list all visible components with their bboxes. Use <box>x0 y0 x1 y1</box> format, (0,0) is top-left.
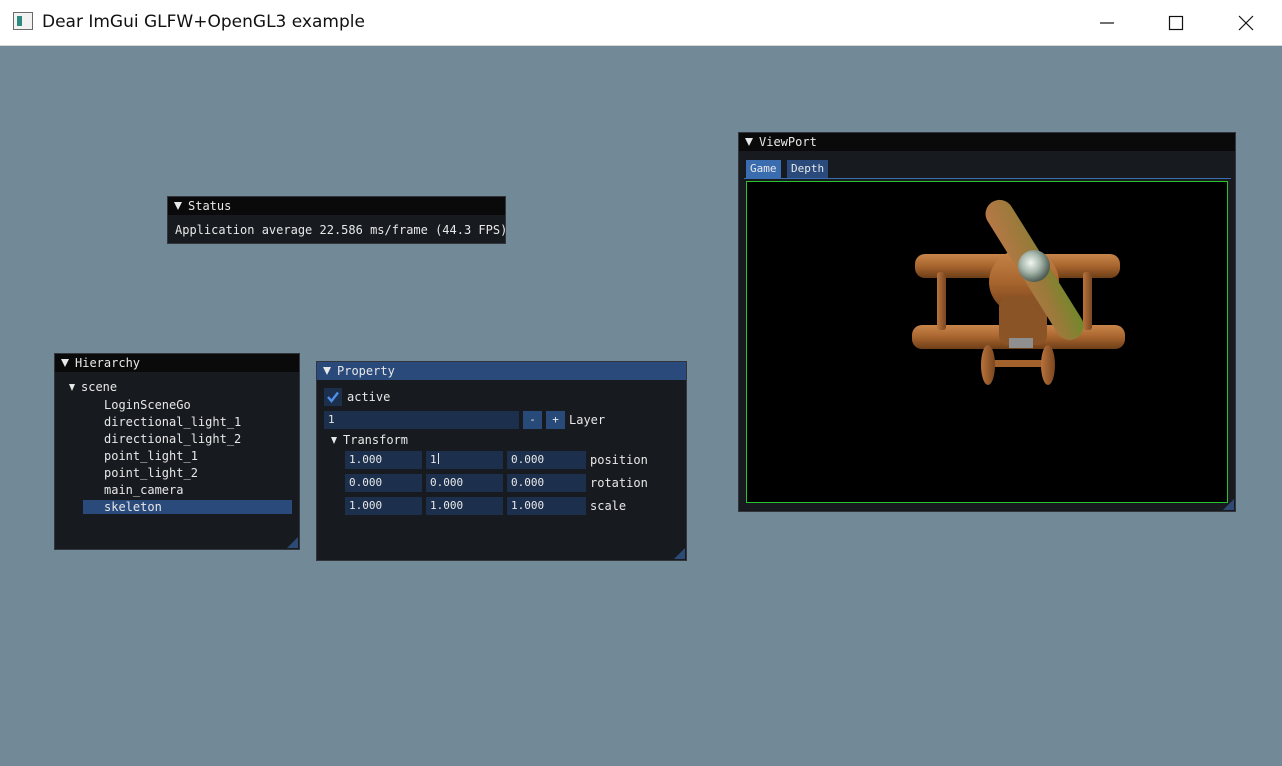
layer-decrement-button[interactable]: - <box>523 411 542 429</box>
hierarchy-item-label: point_light_1 <box>104 449 198 463</box>
scale-x-input[interactable]: 1.000 <box>345 497 422 515</box>
close-icon <box>1238 15 1254 30</box>
tab-depth[interactable]: Depth <box>787 160 829 178</box>
property-window-title: Property <box>337 364 395 378</box>
collapse-arrow-icon[interactable] <box>745 138 753 146</box>
close-button[interactable] <box>1211 0 1281 45</box>
biplane-model <box>912 199 1125 385</box>
maximize-button[interactable] <box>1141 0 1211 45</box>
hierarchy-window-titlebar[interactable]: Hierarchy <box>55 354 299 372</box>
hierarchy-item-label: LoginSceneGo <box>104 398 191 412</box>
tree-expand-arrow-icon[interactable] <box>331 437 337 444</box>
hierarchy-item[interactable]: directional_light_1 <box>83 415 241 429</box>
tree-node-label: scene <box>81 380 118 394</box>
status-window-titlebar[interactable]: Status <box>168 197 505 215</box>
scale-label: scale <box>590 499 627 513</box>
minimize-icon <box>1100 21 1114 24</box>
position-label: position <box>590 453 648 467</box>
hierarchy-item[interactable]: directional_light_2 <box>83 432 241 446</box>
collapse-arrow-icon[interactable] <box>323 367 331 375</box>
property-window-titlebar[interactable]: Property <box>317 362 686 380</box>
position-y-input[interactable]: 1 <box>426 451 503 469</box>
resize-grip[interactable] <box>1223 499 1234 510</box>
hierarchy-item-label: directional_light_1 <box>104 415 242 429</box>
collapse-arrow-icon[interactable] <box>174 202 182 210</box>
hierarchy-item[interactable]: LoginSceneGo <box>83 398 191 412</box>
active-label: active <box>347 390 391 404</box>
position-z-input[interactable]: 0.000 <box>507 451 586 469</box>
hierarchy-item[interactable]: point_light_2 <box>83 466 198 480</box>
fps-readout: Application average 22.586 ms/frame (44.… <box>175 223 508 237</box>
layer-label: Layer <box>569 413 606 427</box>
hierarchy-item[interactable]: point_light_1 <box>83 449 198 463</box>
hierarchy-window-title: Hierarchy <box>75 356 141 370</box>
rotation-label: rotation <box>590 476 648 490</box>
tree-expand-arrow-icon[interactable] <box>69 384 75 391</box>
position-y-value: 1 <box>430 453 437 466</box>
hierarchy-item-label: skeleton <box>104 500 162 514</box>
scale-y-input[interactable]: 1.000 <box>426 497 503 515</box>
game-view-render[interactable] <box>746 181 1228 503</box>
status-window[interactable]: Status Application average 22.586 ms/fra… <box>167 196 508 244</box>
resize-grip[interactable] <box>287 537 298 548</box>
maximize-icon <box>1168 15 1184 30</box>
resize-grip[interactable] <box>674 548 685 559</box>
tab-game[interactable]: Game <box>746 160 781 178</box>
transform-tree-node[interactable]: Transform <box>331 432 408 448</box>
viewport-window-titlebar[interactable]: ViewPort <box>739 133 1235 151</box>
collapse-arrow-icon[interactable] <box>61 359 69 367</box>
transform-label: Transform <box>343 433 409 447</box>
rotation-y-input[interactable]: 0.000 <box>426 474 503 492</box>
tab-bar-underline <box>744 178 1231 179</box>
scale-z-input[interactable]: 1.000 <box>507 497 586 515</box>
layer-increment-button[interactable]: + <box>546 411 565 429</box>
minimize-button[interactable] <box>1072 0 1142 45</box>
hierarchy-item-label: point_light_2 <box>104 466 198 480</box>
rotation-z-input[interactable]: 0.000 <box>507 474 586 492</box>
hierarchy-item[interactable]: main_camera <box>83 483 183 497</box>
hierarchy-item-label: main_camera <box>104 483 184 497</box>
viewport-window[interactable]: ViewPort Game Depth <box>738 132 1236 512</box>
active-checkbox[interactable] <box>324 388 342 406</box>
hierarchy-item-label: directional_light_2 <box>104 432 242 446</box>
viewport-window-title: ViewPort <box>759 135 817 149</box>
property-window[interactable]: Property active 1 - + Layer Transform 1.… <box>316 361 687 561</box>
text-cursor <box>437 453 439 464</box>
checkmark-icon <box>327 391 339 403</box>
rotation-x-input[interactable]: 0.000 <box>345 474 422 492</box>
tree-node-scene[interactable]: scene <box>69 379 117 395</box>
position-x-input[interactable]: 1.000 <box>345 451 422 469</box>
hierarchy-item-selected[interactable]: skeleton <box>83 500 292 514</box>
window-title: Dear ImGui GLFW+OpenGL3 example <box>42 12 365 32</box>
window-titlebar[interactable]: Dear ImGui GLFW+OpenGL3 example <box>0 0 1282 46</box>
layer-input[interactable]: 1 <box>324 411 519 429</box>
app-icon <box>13 12 33 30</box>
status-window-title: Status <box>188 199 232 213</box>
hierarchy-window[interactable]: Hierarchy scene LoginSceneGo directional… <box>54 353 300 550</box>
